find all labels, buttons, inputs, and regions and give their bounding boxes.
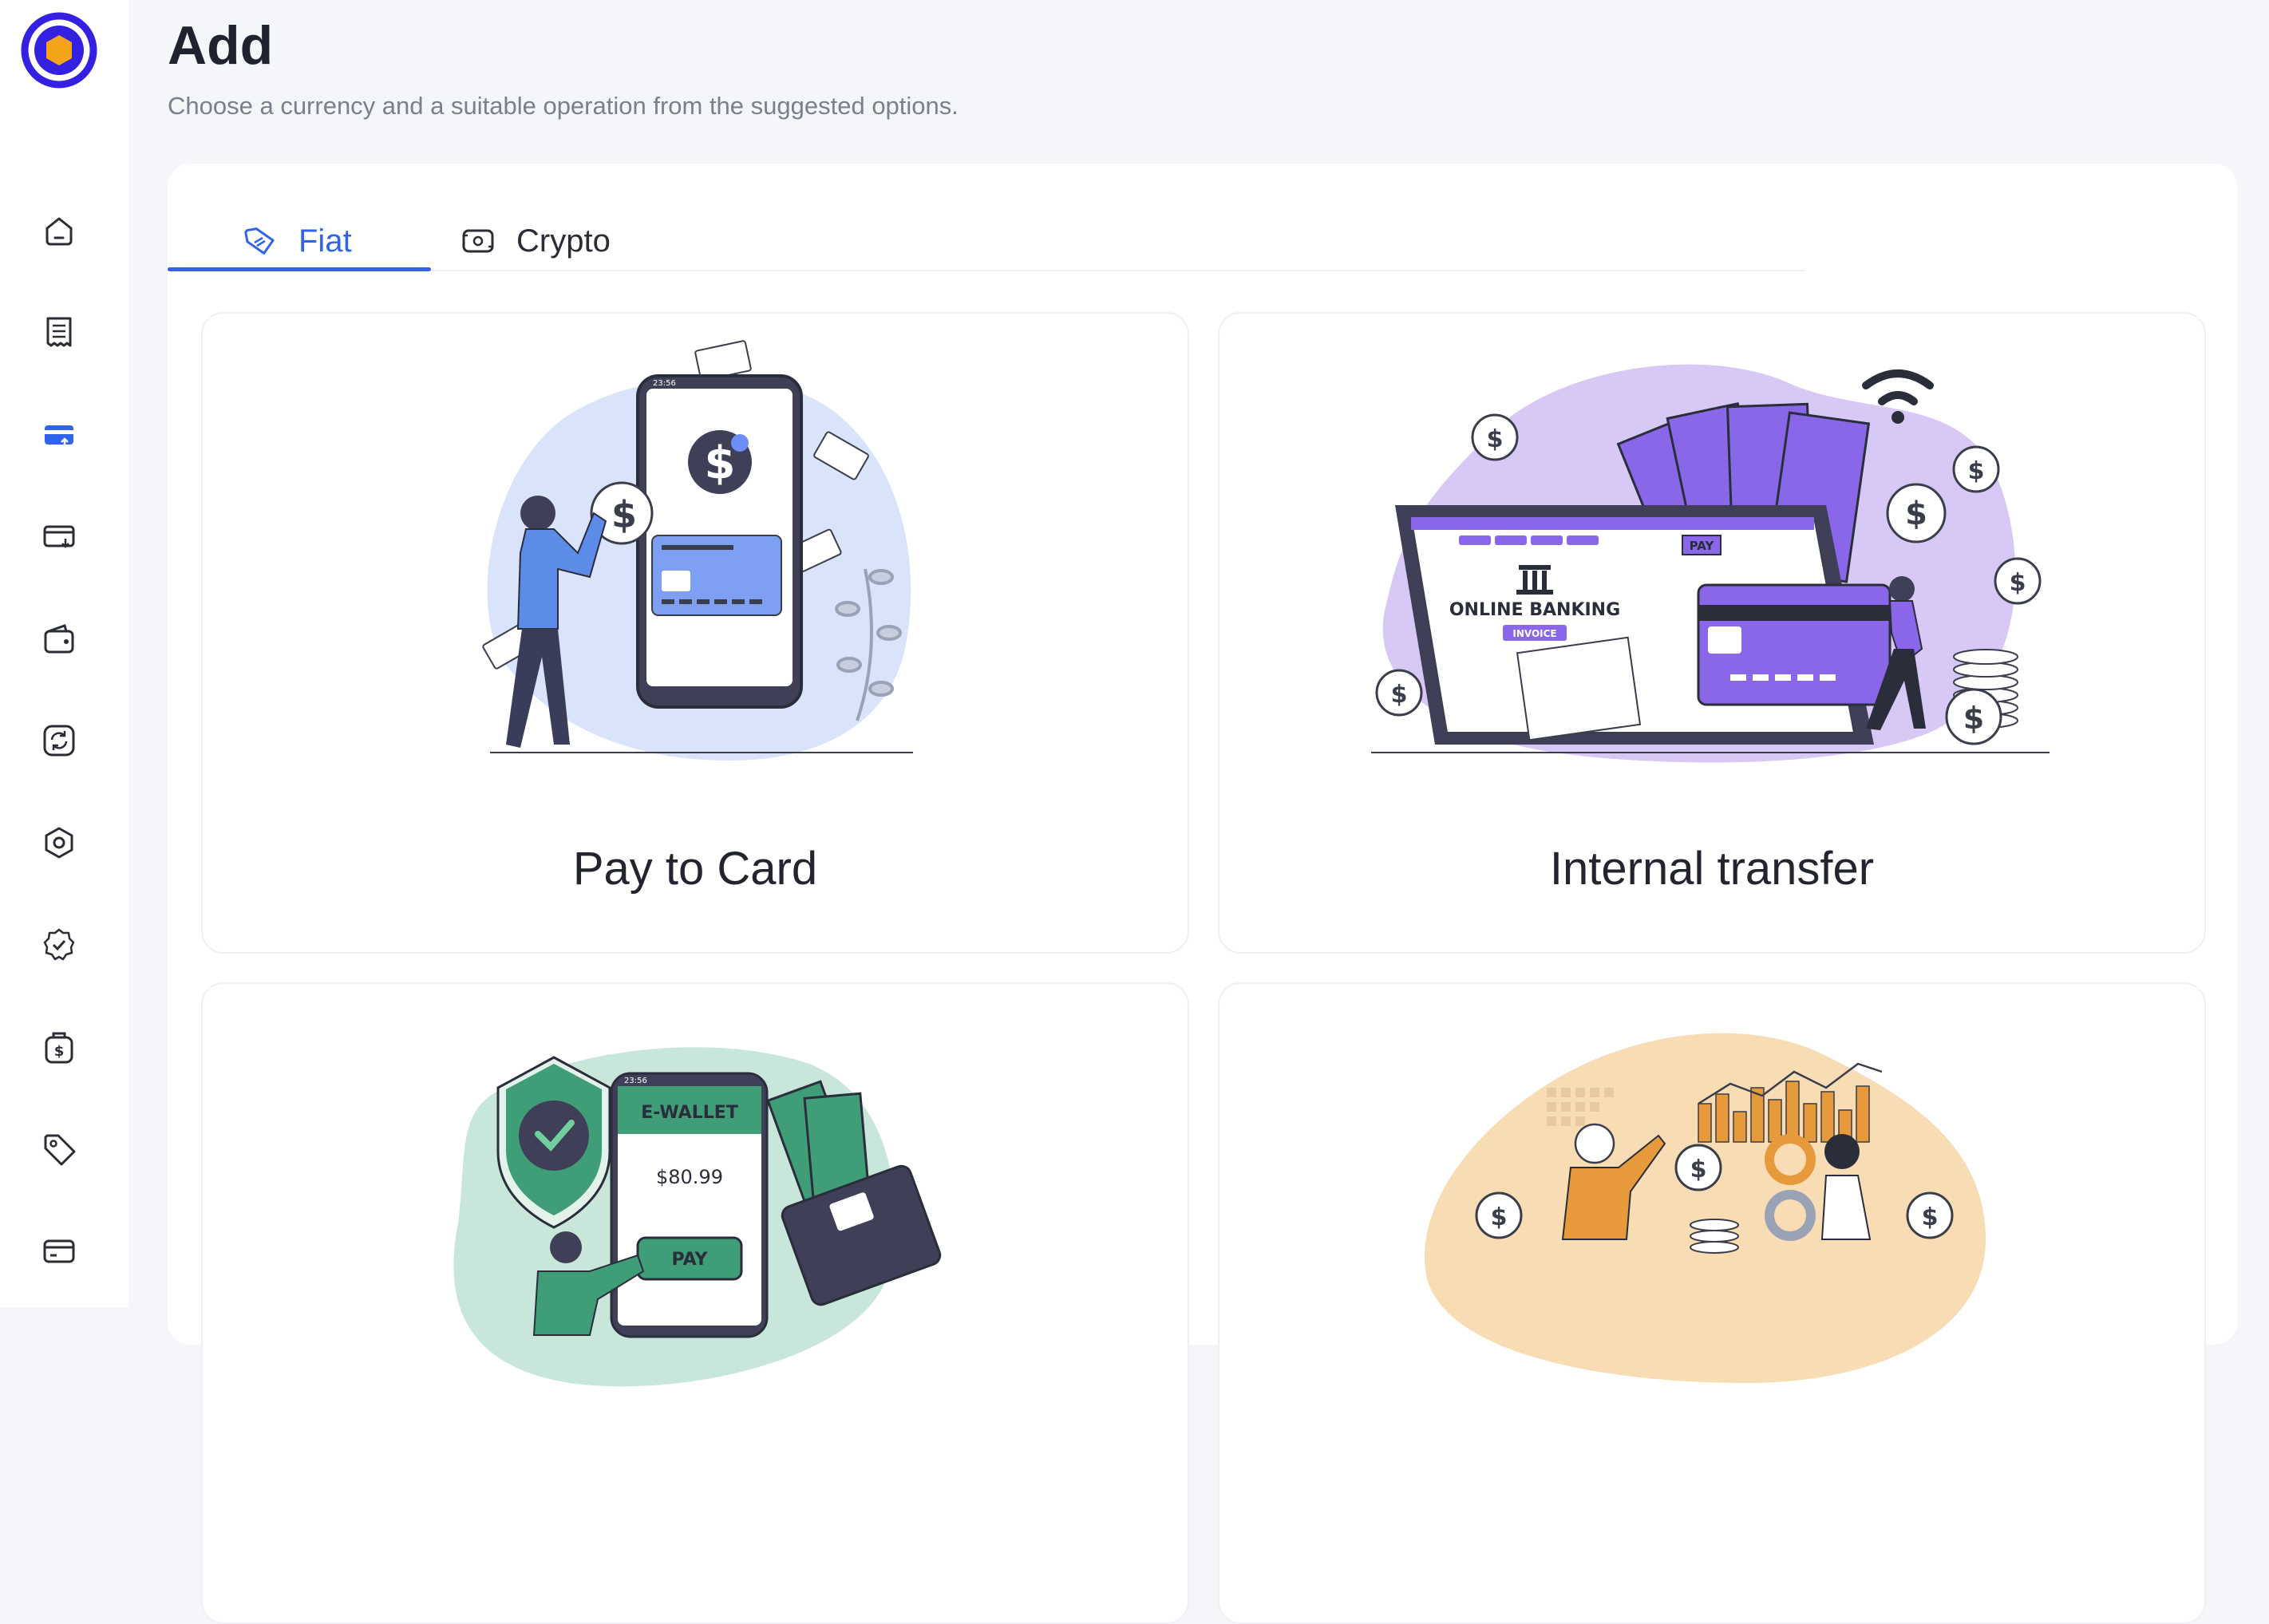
home-icon: [45, 217, 73, 246]
card-icon: [43, 1239, 75, 1263]
svg-text:$: $: [1690, 1156, 1707, 1183]
business-growth-illustration: $ $ $: [1424, 1033, 1986, 1383]
invoice-text: INVOICE: [1512, 628, 1556, 639]
svg-text:$: $: [1491, 1203, 1508, 1231]
operations-panel: Fiat Crypto 23:56 $ $ Pay to Card $ $ $ …: [168, 164, 2237, 1624]
business-growth-option[interactable]: $ $ $: [1218, 982, 2206, 1624]
online-banking-illustration: $ $ $ $ $ ONLINE BANKING INVOICE PAY $: [1371, 364, 2050, 763]
svg-text:$: $: [1905, 496, 1927, 532]
phone-time-text-2: 23:56: [624, 1077, 647, 1085]
card-withdraw-icon: [43, 525, 75, 548]
crypto-card-icon: [462, 229, 494, 253]
svg-text:$: $: [1391, 681, 1408, 709]
tab-crypto-label: Crypto: [516, 223, 611, 259]
money-bag-icon: $: [45, 1032, 73, 1064]
pay-to-card-title: Pay to Card: [572, 843, 818, 895]
wallet-icon: [44, 624, 74, 654]
nav-hexagon[interactable]: [35, 819, 83, 867]
card-add-icon: [45, 425, 73, 447]
svg-text:$: $: [1963, 701, 1984, 736]
nav-card[interactable]: [35, 1227, 83, 1275]
receipt-icon: [46, 317, 72, 347]
nav-home[interactable]: [35, 207, 83, 255]
hexagon-icon: [45, 827, 73, 859]
phone-time-text: 23:56: [653, 379, 676, 388]
pay-to-card-option[interactable]: 23:56 $ $ Pay to Card: [201, 312, 1189, 954]
logo[interactable]: [20, 11, 98, 89]
svg-text:$: $: [1487, 425, 1504, 453]
nav-wallet[interactable]: [35, 615, 83, 663]
svg-text:$: $: [1968, 457, 1985, 485]
svg-text:$: $: [705, 437, 736, 489]
ewallet-pay-text: PAY: [672, 1250, 709, 1270]
phone-payment-illustration: 23:56 $ $: [482, 340, 913, 761]
nav-exchange[interactable]: [35, 717, 83, 765]
ewallet-amount-text: $80.99: [656, 1166, 723, 1188]
svg-text:$: $: [54, 1043, 65, 1060]
nav-withdraw[interactable]: [35, 512, 83, 560]
pay-text: PAY: [1690, 539, 1715, 553]
tab-fiat-label: Fiat: [298, 223, 352, 259]
nav-add[interactable]: [35, 411, 83, 459]
nav-transactions[interactable]: [35, 308, 83, 356]
online-banking-text: ONLINE BANKING: [1449, 600, 1620, 620]
nav-verified[interactable]: [35, 921, 83, 969]
page-subtitle: Choose a currency and a suitable operati…: [168, 92, 959, 120]
verified-badge-icon: [43, 928, 75, 961]
logo-icon: [21, 12, 97, 89]
tab-fiat[interactable]: Fiat: [241, 211, 352, 271]
svg-text:$: $: [2010, 569, 2026, 597]
exchange-icon: [43, 725, 75, 757]
tag-icon: [44, 1134, 76, 1166]
sidebar: $: [0, 0, 128, 1307]
tab-crypto[interactable]: Crypto: [459, 211, 611, 271]
internal-transfer-title: Internal transfer: [1549, 843, 1875, 895]
svg-text:$: $: [611, 493, 637, 536]
tag-icon: [244, 227, 275, 255]
svg-text:$: $: [1922, 1203, 1939, 1231]
page-title: Add: [168, 15, 274, 76]
nav-tag[interactable]: [35, 1125, 83, 1173]
nav-money[interactable]: $: [35, 1024, 83, 1072]
internal-transfer-option[interactable]: $ $ $ $ $ ONLINE BANKING INVOICE PAY $ I…: [1218, 312, 2206, 954]
e-wallet-option[interactable]: 23:56 E-WALLET $80.99 PAY: [201, 982, 1189, 1624]
e-wallet-illustration: 23:56 E-WALLET $80.99 PAY: [453, 1047, 942, 1387]
ewallet-header-text: E-WALLET: [641, 1103, 738, 1123]
